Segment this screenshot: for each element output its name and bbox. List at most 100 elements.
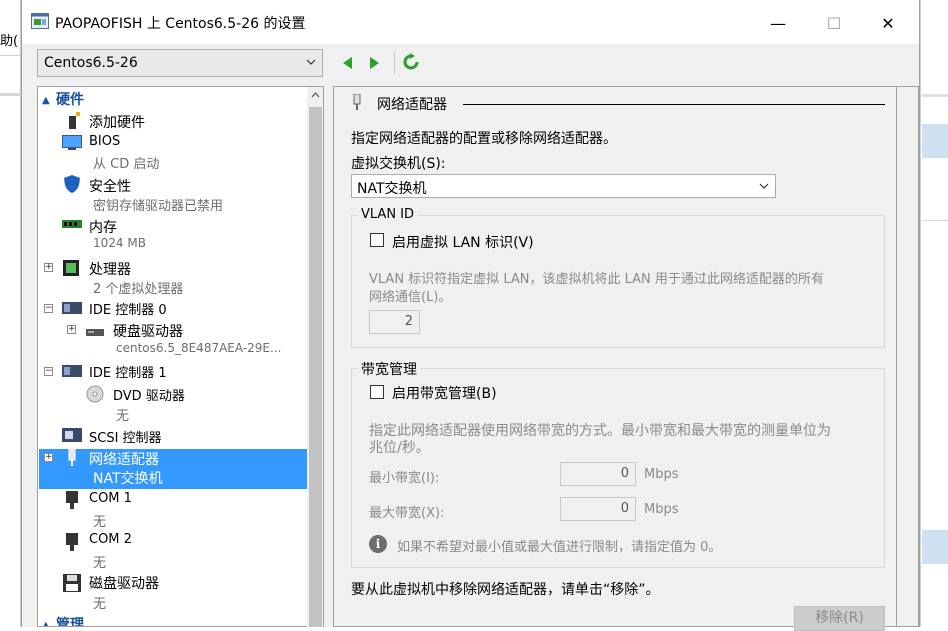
panel-description: 指定网络适配器的配置或移除网络适配器。 [351, 131, 617, 147]
tree-item-dvd[interactable]: DVD 驱动器 [113, 385, 185, 404]
tree-item-dvd-detail: 无 [116, 409, 130, 424]
background-divider [922, 94, 948, 97]
remove-instructions: 要从此虚拟机中移除网络适配器，请单击“移除”。 [351, 582, 660, 598]
hardware-tree[interactable]: ▲ 硬件 添加硬件 BIOS 从 CD 启动 安全性 密钥存储驱动器已禁用 内存 … [37, 86, 322, 627]
tree-item-ide1[interactable]: IDE 控制器 1 [89, 362, 167, 381]
back-arrow-icon[interactable] [340, 55, 354, 71]
tree-item-com2[interactable]: COM 2 [89, 532, 132, 547]
virtual-switch-label: 虚拟交换机(S): [351, 156, 446, 172]
bandwidth-description-line1: 指定此网络适配器使用网络带宽的方式。最小带宽和最大带宽的测量单位为 [369, 423, 831, 439]
min-bandwidth-label: 最小带宽(I): [369, 471, 440, 486]
tree-item-network-detail: NAT交换机 [93, 471, 163, 487]
remove-button[interactable]: 移除(R) [794, 606, 885, 631]
tree-scrollbar[interactable] [307, 86, 324, 627]
background-highlight [922, 124, 948, 158]
expand-hard-drive-toggle[interactable]: + [67, 325, 76, 334]
tree-item-ide0[interactable]: IDE 控制器 0 [89, 299, 167, 318]
add-hardware-icon [69, 112, 80, 129]
chevron-down-icon [306, 59, 316, 65]
tree-item-memory-detail: 1024 MB [93, 236, 146, 250]
max-bandwidth-label: 最大带宽(X): [369, 506, 445, 521]
tree-item-com1[interactable]: COM 1 [89, 491, 132, 506]
enable-bandwidth-label[interactable]: 启用带宽管理(B) [392, 383, 497, 403]
content-scrollbar[interactable] [897, 86, 919, 627]
background-app-left: 助( [0, 0, 21, 627]
collapse-ide0-toggle[interactable]: − [44, 304, 53, 313]
min-bandwidth-input[interactable]: 0 [560, 462, 636, 486]
tree-item-bios[interactable]: BIOS [89, 134, 120, 149]
memory-icon [62, 220, 82, 228]
close-button[interactable]: ✕ [865, 8, 911, 38]
ide-controller-icon [62, 365, 82, 377]
maximize-button[interactable]: ☐ [811, 8, 857, 38]
vlan-group-title: VLAN ID [358, 207, 418, 222]
bandwidth-group-title: 带宽管理 [358, 359, 420, 379]
vlan-description-line1: VLAN 标识符指定虚拟 LAN，该虚拟机将此 LAN 用于通过此网络适配器的所… [369, 272, 824, 287]
toolbar-separator [394, 52, 395, 74]
info-icon: i [369, 535, 387, 553]
background-divider [0, 93, 21, 96]
max-bandwidth-unit: Mbps [644, 502, 679, 517]
com-port-icon [66, 533, 78, 551]
bios-icon [62, 135, 82, 150]
tree-item-com2-detail: 无 [93, 556, 107, 571]
virtual-switch-dropdown[interactable]: NAT交换机 [351, 174, 776, 198]
background-divider [0, 55, 21, 56]
tree-item-security[interactable]: 安全性 [89, 176, 131, 196]
vlan-description-line2: 网络通信(L)。 [369, 290, 452, 305]
panel-title-rule [463, 104, 885, 105]
collapse-caret-icon: ▲ [42, 620, 50, 627]
background-menu-fragment: 助( [0, 34, 19, 49]
network-adapter-icon [353, 94, 361, 110]
title-bar[interactable]: PAOPAOFISH 上 Centos6.5-26 的设置 — ☐ ✕ [22, 0, 919, 44]
tree-item-hard-drive[interactable]: 硬盘驱动器 [113, 321, 183, 341]
scroll-up-arrow-icon[interactable] [311, 92, 320, 98]
forward-arrow-icon[interactable] [368, 55, 382, 71]
panel-title: 网络适配器 [377, 97, 447, 113]
network-adapter-settings-panel: 网络适配器 指定网络适配器的配置或移除网络适配器。 虚拟交换机(S): NAT交… [333, 86, 897, 631]
vlan-id-input[interactable]: 2 [369, 310, 420, 334]
management-section-header[interactable]: ▲ 管理 [42, 614, 84, 627]
expand-network-toggle[interactable]: + [44, 453, 53, 462]
enable-vlan-checkbox[interactable] [370, 233, 384, 247]
refresh-icon[interactable] [402, 53, 420, 71]
tree-item-add-hardware[interactable]: 添加硬件 [89, 112, 145, 132]
tree-item-processor-detail: 2 个虚拟处理器 [93, 282, 184, 297]
enable-vlan-label[interactable]: 启用虚拟 LAN 标识(V) [392, 232, 534, 252]
tree-selection-highlight [39, 449, 321, 489]
dvd-disc-icon [86, 385, 104, 403]
tree-item-floppy[interactable]: 磁盘驱动器 [89, 573, 159, 593]
network-adapter-icon [68, 448, 76, 466]
processor-icon [63, 260, 79, 276]
settings-window: PAOPAOFISH 上 Centos6.5-26 的设置 — ☐ ✕ Cent… [21, 0, 920, 631]
floppy-disk-icon [63, 574, 81, 592]
bandwidth-description-line2: 兆位/秒。 [369, 440, 430, 456]
enable-bandwidth-checkbox[interactable] [370, 385, 384, 399]
collapse-caret-icon: ▲ [42, 95, 50, 106]
expand-processor-toggle[interactable]: + [44, 263, 53, 272]
tree-item-com1-detail: 无 [93, 515, 107, 530]
collapse-ide1-toggle[interactable]: − [44, 367, 53, 376]
vm-selector[interactable]: Centos6.5-26 [37, 49, 323, 77]
tree-item-security-detail: 密钥存储驱动器已禁用 [93, 199, 224, 214]
minimize-button[interactable]: — [755, 8, 801, 38]
max-bandwidth-input[interactable]: 0 [560, 497, 636, 521]
shield-icon [64, 175, 80, 193]
ide-controller-icon [62, 302, 82, 314]
tree-item-hard-drive-detail: centos6.5_8E487AEA-29E... [116, 341, 282, 355]
vm-selector-value: Centos6.5-26 [44, 55, 138, 71]
hard-drive-icon [86, 329, 104, 336]
scsi-controller-icon [62, 428, 82, 442]
scrollbar-thumb[interactable] [309, 107, 322, 627]
background-highlight [922, 530, 948, 564]
hardware-section-header[interactable]: ▲ 硬件 [42, 89, 84, 109]
com-port-icon [66, 491, 78, 509]
min-bandwidth-unit: Mbps [644, 467, 679, 482]
tree-item-scsi[interactable]: SCSI 控制器 [89, 427, 162, 446]
tree-item-processor[interactable]: 处理器 [89, 259, 131, 279]
chevron-down-icon [759, 183, 769, 189]
tree-item-memory[interactable]: 内存 [89, 217, 117, 237]
bandwidth-info-text: 如果不希望对最小值或最大值进行限制，请指定值为 0。 [397, 540, 722, 555]
tree-item-network-adapter[interactable]: 网络适配器 [89, 449, 159, 469]
background-divider [922, 220, 948, 221]
